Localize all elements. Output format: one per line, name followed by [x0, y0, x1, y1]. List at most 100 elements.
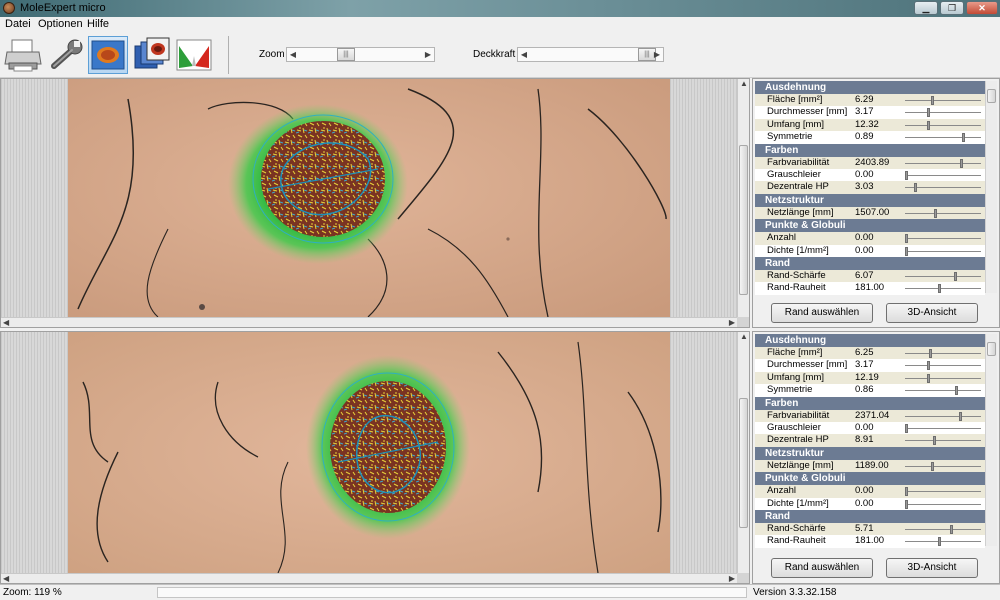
param-row: Grauschleier 0.00: [755, 421, 985, 435]
param-row: Anzahl 0.00: [755, 485, 985, 498]
section-header: Rand: [755, 509, 985, 523]
param-slider[interactable]: [930, 96, 934, 105]
param-row: Dichte [1/mm²] 0.00: [755, 244, 985, 257]
section-header: Punkte & Globuli: [755, 472, 985, 486]
image-stack-icon[interactable]: [131, 36, 171, 74]
progress-area: [157, 587, 747, 598]
param-slider[interactable]: [937, 537, 941, 547]
parameter-scroll-thumb[interactable]: [987, 89, 996, 103]
param-slider[interactable]: [934, 208, 938, 218]
section-header: Ausdehnung: [755, 334, 985, 347]
param-slider[interactable]: [905, 423, 908, 433]
param-row: Symmetrie 0.86: [755, 384, 985, 397]
parameter-scrollbar[interactable]: [985, 81, 997, 293]
minimize-button[interactable]: ▁: [914, 1, 938, 15]
zoom-label: Zoom: [259, 49, 285, 60]
param-row: Dezentrale HP 3.03: [755, 181, 985, 194]
menu-datei[interactable]: Datei: [5, 18, 31, 30]
3d-view-button[interactable]: 3D-Ansicht: [886, 558, 978, 578]
menu-optionen[interactable]: Optionen: [38, 18, 83, 30]
zoom-left-arrow[interactable]: ◀: [287, 48, 299, 61]
menu-hilfe[interactable]: Hilfe: [87, 18, 109, 30]
param-row: Rand-Rauheit 181.00: [755, 535, 985, 548]
viewer-border-left: [1, 332, 68, 573]
app-icon: [3, 2, 15, 14]
opacity-left-arrow[interactable]: ◀: [518, 48, 530, 61]
dermoscopy-image-top: [68, 79, 670, 318]
param-row: Fläche [mm²] 6.25: [755, 347, 985, 360]
param-row: Farbvariabilität 2403.89: [755, 156, 985, 169]
param-slider[interactable]: [905, 246, 908, 256]
lesion-view-icon[interactable]: [88, 36, 128, 74]
param-slider[interactable]: [913, 183, 917, 193]
image-viewer-bottom[interactable]: ▲ ◀ ▶: [0, 331, 750, 584]
param-row: Anzahl 0.00: [755, 232, 985, 245]
wrench-icon[interactable]: [46, 36, 86, 74]
printer-icon[interactable]: [3, 36, 43, 74]
param-slider[interactable]: [926, 120, 930, 130]
parameter-table: Ausdehnung Fläche [mm²] 6.29 Durchmesser …: [755, 81, 985, 295]
zoom-slider[interactable]: ◀ ||| ▶: [286, 47, 435, 62]
param-row: Rand-Schärfe 5.71: [755, 522, 985, 536]
param-slider[interactable]: [926, 373, 930, 383]
param-row: Rand-Rauheit 181.00: [755, 282, 985, 295]
param-slider[interactable]: [905, 487, 908, 497]
param-slider[interactable]: [932, 436, 936, 446]
opacity-label: Deckkraft: [473, 49, 516, 60]
param-slider[interactable]: [961, 133, 965, 143]
param-slider[interactable]: [926, 108, 930, 118]
param-slider[interactable]: [959, 411, 963, 421]
opacity-slider[interactable]: ◀ ||| ▶: [517, 47, 664, 62]
maximize-button[interactable]: ❐: [940, 1, 964, 15]
viewer-top-horizontal-scrollbar[interactable]: ◀ ▶: [1, 317, 737, 327]
viewer-border-right: [670, 332, 738, 573]
param-row: Dezentrale HP 8.91: [755, 434, 985, 447]
param-slider[interactable]: [953, 271, 957, 281]
param-slider[interactable]: [954, 386, 958, 396]
param-row: Farbvariabilität 2371.04: [755, 409, 985, 422]
version-label: Version 3.3.32.158: [753, 587, 837, 598]
param-row: Symmetrie 0.89: [755, 131, 985, 144]
toolbar: Zoom ◀ ||| ▶ Deckkraft ◀ ||| ▶: [0, 33, 1000, 78]
section-header: Farben: [755, 396, 985, 410]
menu-bar: Datei Optionen Hilfe: [0, 17, 1000, 33]
close-button[interactable]: ✕: [966, 1, 998, 15]
viewer-top-scroll-thumb[interactable]: [739, 145, 748, 295]
image-viewer-top[interactable]: ▲ ◀ ▶: [0, 78, 750, 328]
param-slider[interactable]: [905, 170, 908, 180]
viewer-bottom-scroll-thumb[interactable]: [739, 398, 748, 528]
viewer-bottom-horizontal-scrollbar[interactable]: ◀ ▶: [1, 573, 737, 583]
param-row: Umfang [mm] 12.32: [755, 118, 985, 132]
param-row: Durchmesser [mm] 3.17: [755, 359, 985, 372]
section-header: Farben: [755, 143, 985, 157]
param-slider[interactable]: [930, 461, 934, 471]
parameter-panel-top: Ausdehnung Fläche [mm²] 6.29 Durchmesser …: [752, 78, 1000, 328]
param-row: Dichte [1/mm²] 0.00: [755, 497, 985, 510]
viewer-top-vertical-scrollbar[interactable]: ▲: [737, 79, 749, 317]
color-chart-icon[interactable]: [174, 36, 214, 74]
param-slider[interactable]: [929, 349, 933, 358]
section-header: Netzstruktur: [755, 446, 985, 460]
param-slider[interactable]: [905, 499, 908, 509]
param-slider[interactable]: [950, 524, 954, 534]
parameter-scrollbar[interactable]: [985, 334, 997, 546]
section-header: Ausdehnung: [755, 81, 985, 94]
zoom-right-arrow[interactable]: ▶: [422, 48, 434, 61]
param-slider[interactable]: [926, 361, 930, 371]
parameter-scroll-thumb[interactable]: [987, 342, 996, 356]
dermoscopy-image-bottom: [68, 332, 670, 574]
parameter-table: Ausdehnung Fläche [mm²] 6.25 Durchmesser …: [755, 334, 985, 548]
3d-view-button[interactable]: 3D-Ansicht: [886, 303, 978, 323]
select-border-button[interactable]: Rand auswählen: [771, 558, 873, 578]
param-row: Netzlänge [mm] 1507.00: [755, 206, 985, 220]
param-slider[interactable]: [905, 234, 908, 244]
viewer-border-right: [670, 79, 738, 317]
param-slider[interactable]: [937, 284, 941, 294]
opacity-right-arrow[interactable]: ▶: [651, 48, 663, 61]
param-slider[interactable]: [959, 158, 963, 168]
viewer-bottom-vertical-scrollbar[interactable]: ▲: [737, 332, 749, 573]
zoom-slider-thumb[interactable]: |||: [337, 48, 355, 61]
param-row: Grauschleier 0.00: [755, 168, 985, 182]
param-row: Fläche [mm²] 6.29: [755, 94, 985, 107]
select-border-button[interactable]: Rand auswählen: [771, 303, 873, 323]
